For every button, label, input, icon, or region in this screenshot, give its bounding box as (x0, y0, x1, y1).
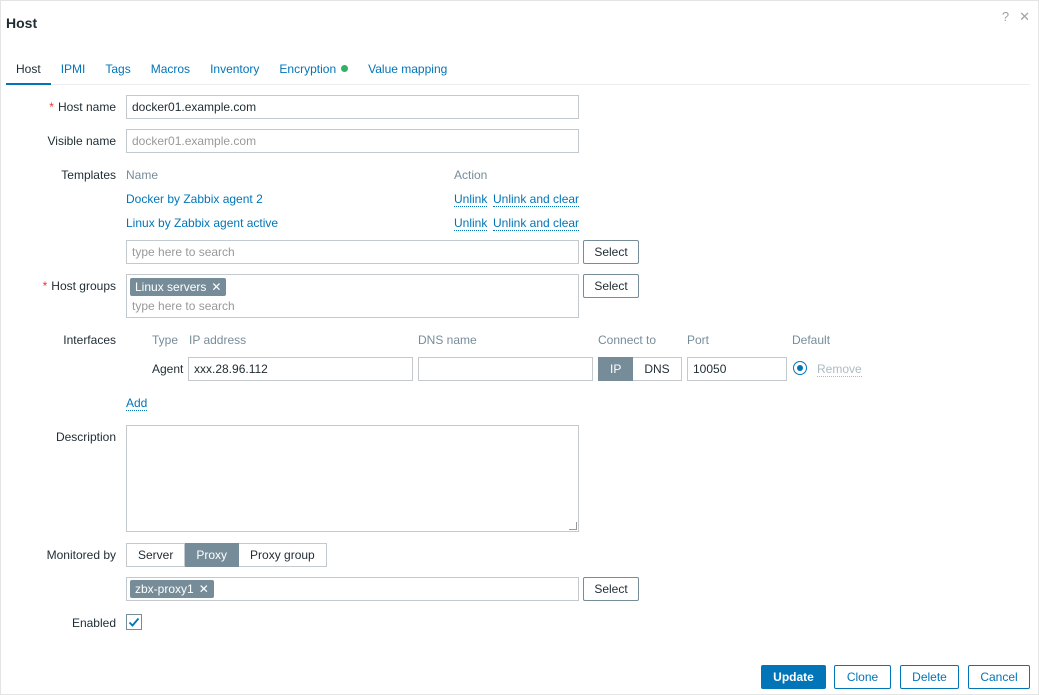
template-unlink-clear-button[interactable]: Unlink and clear (493, 192, 580, 207)
monitored-by-proxy[interactable]: Proxy (185, 543, 240, 567)
monitored-by-server[interactable]: Server (126, 543, 186, 567)
template-link-linux[interactable]: Linux by Zabbix agent active (126, 216, 278, 230)
chip-remove-icon[interactable]: ✕ (211, 280, 221, 294)
iface-header-ip: IP address (189, 333, 247, 347)
host-groups-label-text: Host groups (51, 279, 116, 293)
help-icon[interactable]: ? (1002, 9, 1009, 25)
iface-port-input[interactable]: 10050 (687, 357, 787, 381)
iface-header-default: Default (792, 333, 831, 347)
iface-header-port: Port (687, 333, 710, 347)
visible-name-input[interactable]: docker01.example.com (126, 129, 579, 153)
encryption-status-dot (341, 65, 349, 72)
enabled-checkbox[interactable] (126, 614, 142, 630)
radio-dot-icon (797, 365, 803, 371)
iface-connect-toggle: IP DNS (598, 357, 682, 381)
update-button[interactable]: Update (761, 665, 826, 689)
tab-host[interactable]: Host (6, 57, 51, 85)
tab-bar: Host IPMI Tags Macros Inventory Encrypti… (6, 57, 1030, 85)
iface-header-connect: Connect to (598, 333, 657, 347)
iface-type: Agent (152, 362, 184, 376)
host-dialog: Host ? ✕ Host IPMI Tags Macros Inventory… (0, 0, 1039, 695)
proxy-multiselect[interactable]: zbx-proxy1 ✕ (126, 577, 579, 601)
iface-remove-link[interactable]: Remove (817, 362, 862, 377)
connect-dns-option[interactable]: DNS (633, 357, 682, 381)
template-unlink-button[interactable]: Unlink (454, 192, 488, 207)
template-unlink-button[interactable]: Unlink (454, 216, 488, 231)
close-icon[interactable]: ✕ (1019, 9, 1030, 25)
enabled-label: Enabled (71, 616, 116, 630)
host-name-input[interactable]: docker01.example.com (126, 95, 579, 119)
host-group-chip: Linux servers ✕ (130, 278, 227, 296)
tab-macros[interactable]: Macros (141, 57, 200, 85)
tab-value-mapping[interactable]: Value mapping (358, 57, 457, 85)
templates-col-action: Action (454, 168, 488, 182)
description-label: Description (55, 430, 116, 444)
clone-button[interactable]: Clone (834, 665, 891, 689)
tab-ipmi[interactable]: IPMI (51, 57, 96, 85)
iface-header-type: Type (152, 333, 179, 347)
host-name-label-text: Host name (57, 100, 116, 114)
templates-col-name: Name (126, 168, 159, 182)
proxy-chip: zbx-proxy1 ✕ (130, 580, 214, 598)
tab-encryption-label: Encryption (279, 62, 337, 76)
host-name-label: * Host name (1, 100, 116, 114)
iface-header-dns: DNS name (418, 333, 477, 347)
required-mark: * (42, 279, 48, 293)
checkmark-icon (128, 617, 140, 627)
host-group-chip-label: Linux servers (135, 280, 207, 294)
default-radio[interactable] (793, 361, 807, 375)
template-unlink-clear-button[interactable]: Unlink and clear (493, 216, 580, 231)
chip-remove-icon[interactable]: ✕ (199, 582, 209, 596)
template-search-input[interactable]: type here to search (126, 240, 579, 264)
templates-label: Templates (61, 168, 116, 182)
tab-encryption[interactable]: Encryption (269, 57, 358, 85)
monitored-by-proxy-group[interactable]: Proxy group (239, 543, 327, 567)
required-mark: * (49, 100, 54, 114)
resize-handle-icon[interactable] (569, 522, 577, 530)
cancel-button[interactable]: Cancel (968, 665, 1030, 689)
template-select-button[interactable]: Select (583, 240, 639, 264)
template-link-docker[interactable]: Docker by Zabbix agent 2 (126, 192, 263, 206)
iface-add-link[interactable]: Add (126, 396, 148, 411)
interfaces-label: Interfaces (63, 333, 116, 347)
description-textarea[interactable] (126, 425, 579, 532)
connect-ip-option[interactable]: IP (598, 357, 634, 381)
iface-ip-input[interactable]: xxx.28.96.112 (188, 357, 413, 381)
dialog-title: Host (6, 15, 38, 31)
monitored-by-toggle: Server Proxy Proxy group (126, 543, 327, 567)
tab-inventory[interactable]: Inventory (200, 57, 269, 85)
header-icons: ? ✕ (1002, 9, 1030, 25)
host-group-search-input[interactable]: type here to search (132, 299, 235, 313)
visible-name-label: Visible name (47, 134, 116, 148)
host-groups-label: * Host groups (1, 279, 116, 293)
proxy-select-button[interactable]: Select (583, 577, 639, 601)
iface-dns-input[interactable] (418, 357, 593, 381)
host-groups-multiselect[interactable]: Linux servers ✕ type here to search (126, 274, 579, 318)
proxy-chip-label: zbx-proxy1 (135, 582, 194, 596)
host-group-select-button[interactable]: Select (583, 274, 639, 298)
delete-button[interactable]: Delete (900, 665, 959, 689)
tab-tags[interactable]: Tags (95, 57, 140, 85)
monitored-by-label: Monitored by (46, 548, 116, 562)
